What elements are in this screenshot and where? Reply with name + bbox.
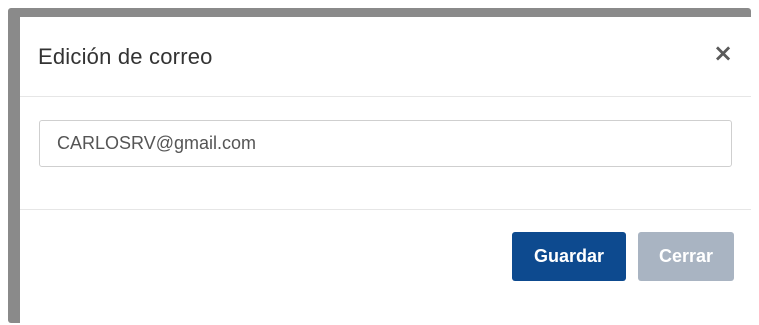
cancel-button[interactable]: Cerrar bbox=[638, 232, 734, 281]
email-field[interactable] bbox=[39, 120, 732, 167]
email-edit-dialog: Edición de correo × Guardar Cerrar bbox=[20, 17, 751, 323]
save-button[interactable]: Guardar bbox=[512, 232, 626, 281]
dialog-title: Edición de correo bbox=[38, 44, 213, 69]
dialog-header: Edición de correo × bbox=[20, 17, 751, 97]
dialog-footer: Guardar Cerrar bbox=[20, 210, 751, 323]
close-icon[interactable]: × bbox=[711, 41, 735, 65]
dialog-body bbox=[20, 97, 751, 210]
